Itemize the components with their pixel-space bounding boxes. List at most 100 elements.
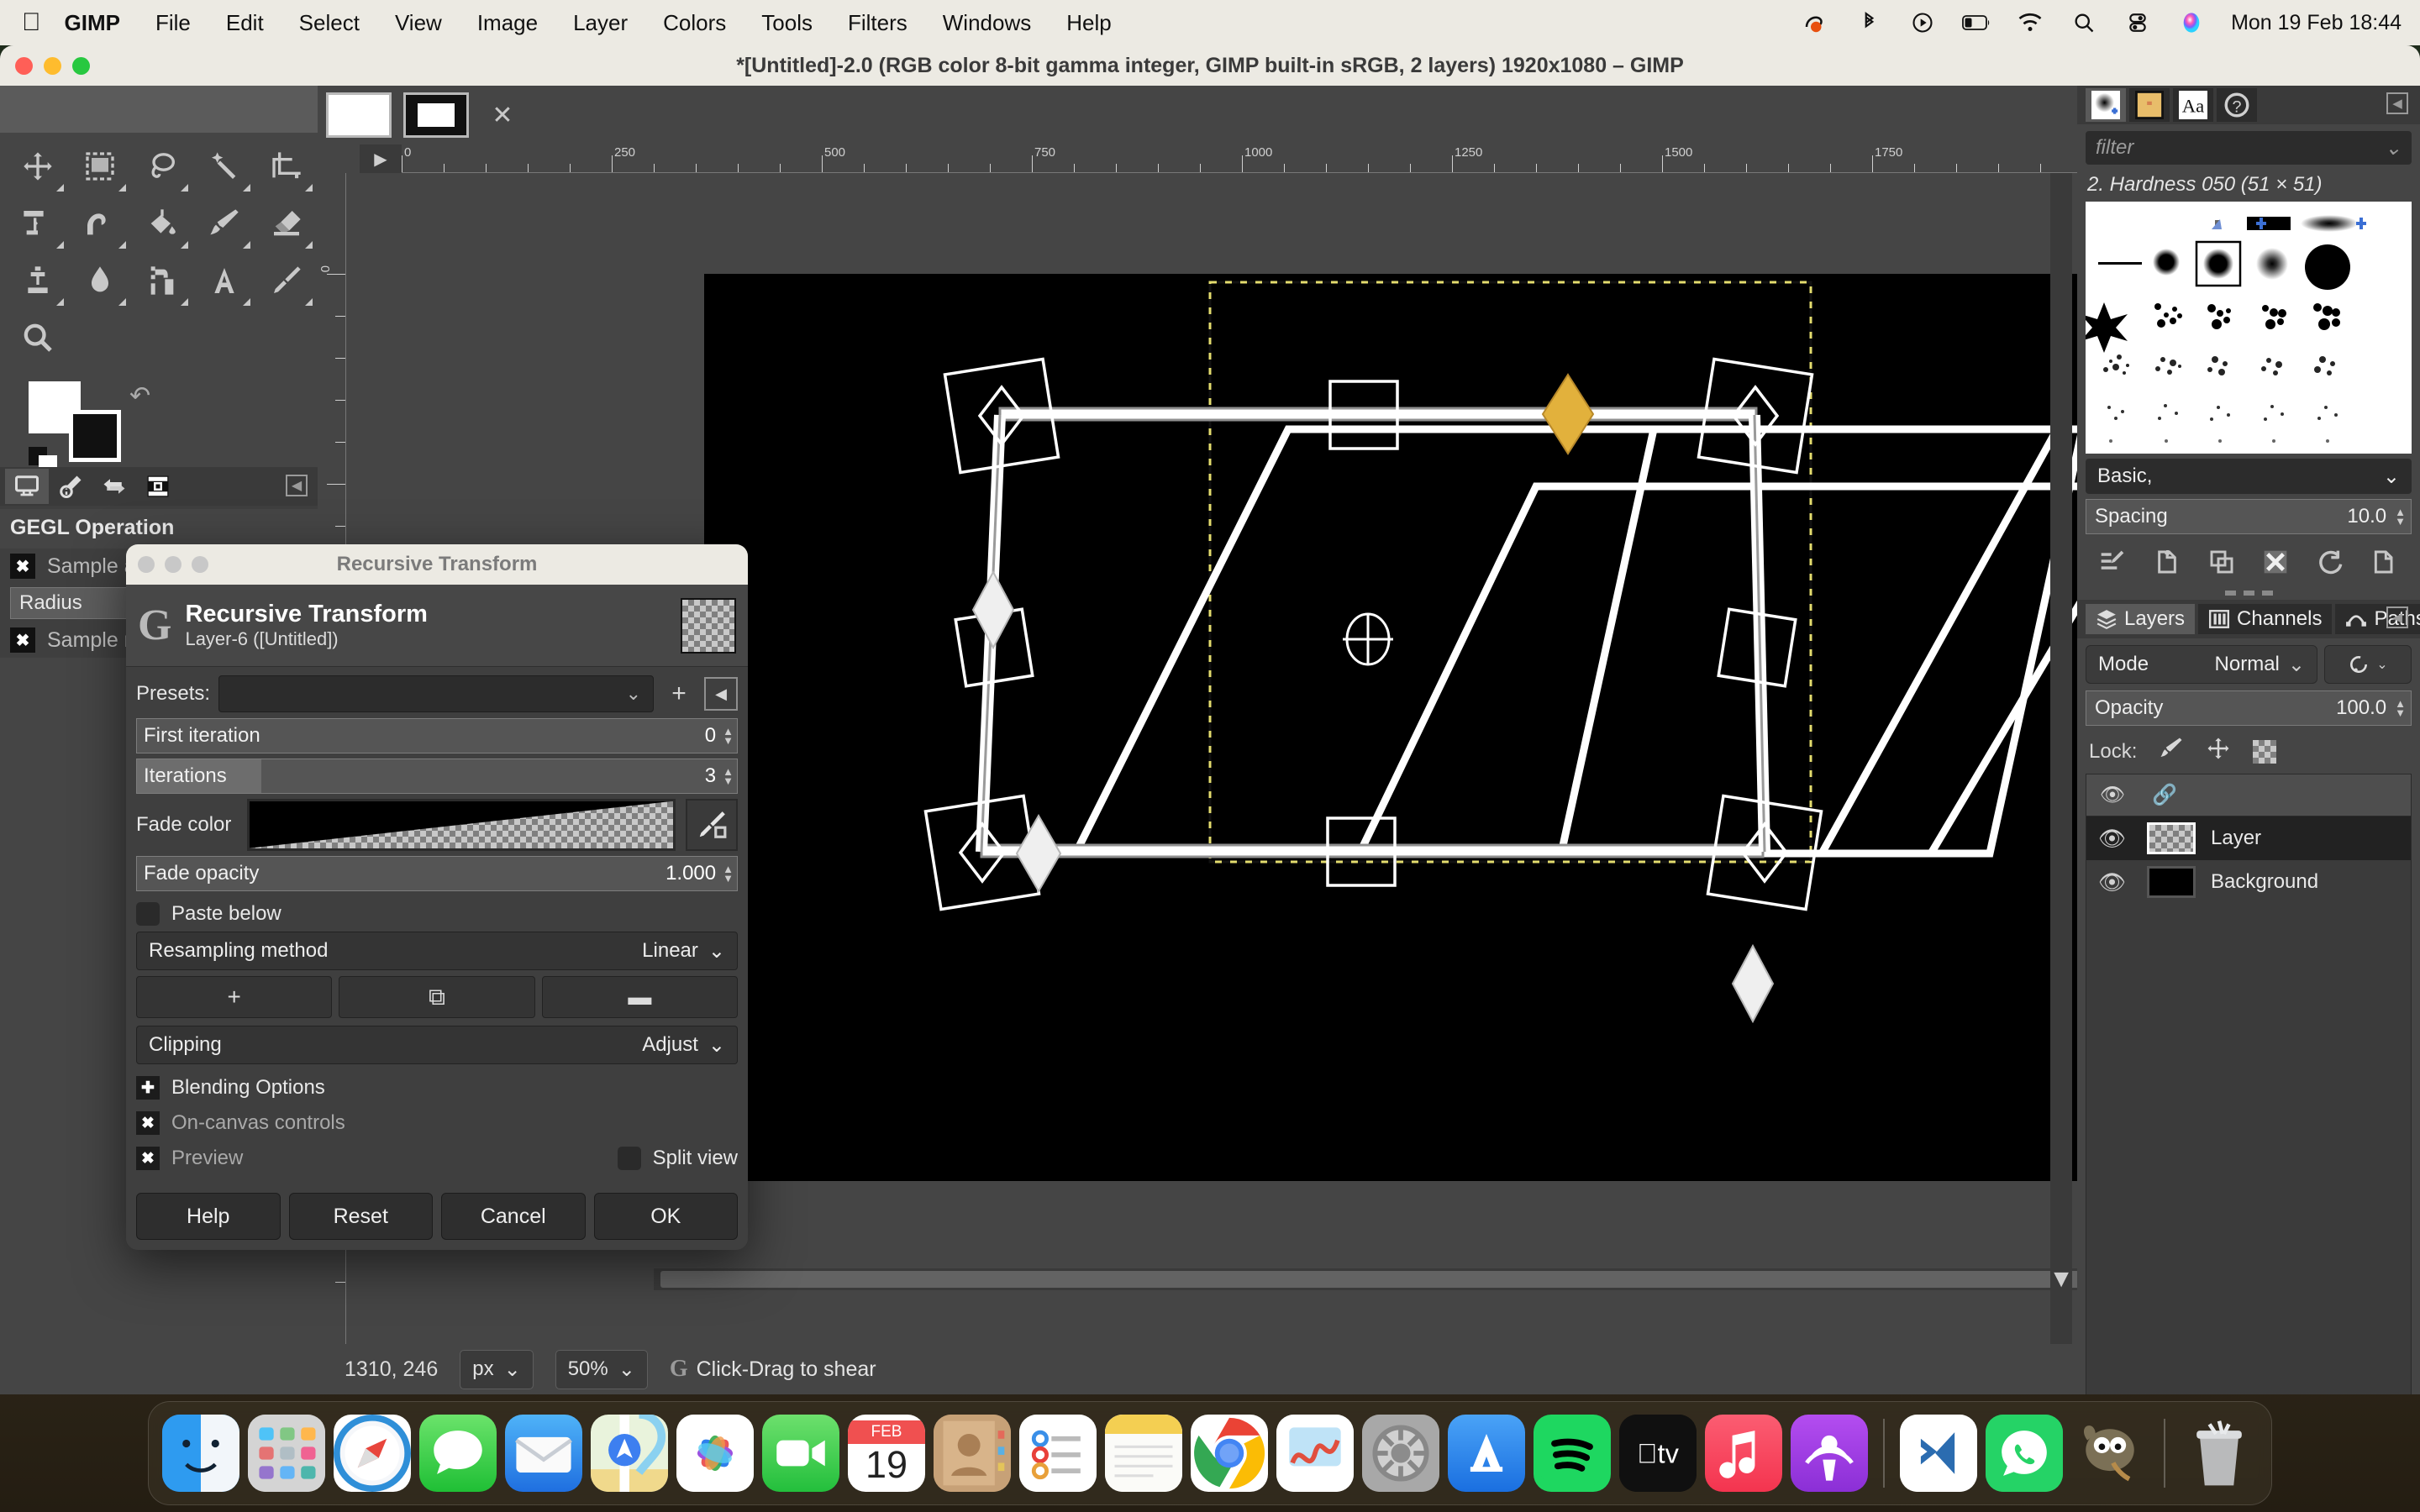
lock-pixels-icon[interactable] <box>2159 736 2184 767</box>
menu-item-filters[interactable]: Filters <box>848 10 908 36</box>
bluetooth-icon[interactable] <box>1854 8 1883 37</box>
undo-history-icon[interactable] <box>92 469 136 504</box>
reset-button[interactable]: Reset <box>288 1193 433 1240</box>
menu-item-image[interactable]: Image <box>477 10 538 36</box>
menu-item-colors[interactable]: Colors <box>663 10 726 36</box>
spinner-icon[interactable]: ▲ ▼ <box>723 864 734 884</box>
bucket-fill-tool[interactable] <box>131 195 193 252</box>
menubar-clock[interactable]: Mon 19 Feb 18:44 <box>2231 11 2402 35</box>
iterations-slider[interactable]: Iterations 3 ▲ ▼ <box>136 759 738 794</box>
dock-app-whatsapp[interactable] <box>1986 1415 2063 1492</box>
dock-app-facetime[interactable] <box>762 1415 839 1492</box>
image-thumbnail[interactable] <box>326 92 392 138</box>
horizontal-scrollbar[interactable] <box>654 1268 2077 1290</box>
document-history-icon[interactable]: ? <box>2217 88 2257 122</box>
dock-app-photos[interactable] <box>676 1415 754 1492</box>
duplicate-brush-icon[interactable] <box>2202 543 2241 581</box>
dock-app-contacts[interactable] <box>934 1415 1011 1492</box>
dock-app-maps[interactable] <box>591 1415 668 1492</box>
window-traffic-lights[interactable] <box>15 45 90 86</box>
brushes-icon[interactable] <box>2086 88 2126 122</box>
cancel-button[interactable]: Cancel <box>441 1193 586 1240</box>
dock-app-gimp[interactable] <box>2071 1415 2149 1492</box>
spinner-icon[interactable]: ▲ ▼ <box>723 766 734 786</box>
spinner-icon[interactable]: ▲ ▼ <box>2395 507 2406 527</box>
menu-item-windows[interactable]: Windows <box>943 10 1031 36</box>
table-row[interactable]: 👁 Background <box>2086 860 2411 904</box>
dock-app-reminders[interactable] <box>1019 1415 1097 1492</box>
menu-item-edit[interactable]: Edit <box>226 10 264 36</box>
refresh-brushes-icon[interactable] <box>2311 543 2349 581</box>
patterns-icon[interactable] <box>2129 88 2170 122</box>
menu-item-layer[interactable]: Layer <box>573 10 628 36</box>
spinner-icon[interactable]: ▲ ▼ <box>2395 698 2406 718</box>
dock-app-app-store[interactable] <box>1448 1415 1525 1492</box>
table-row[interactable]: 👁 Layer <box>2086 816 2411 860</box>
composite-mode-selector[interactable]: ⌄ <box>2324 645 2412 684</box>
dialog-minimize-button[interactable] <box>165 556 182 573</box>
dock-app-apple-tv[interactable]: tv <box>1619 1415 1697 1492</box>
align-tool[interactable] <box>7 195 69 252</box>
device-status-icon[interactable] <box>49 469 92 504</box>
dock-app-safari[interactable] <box>334 1415 411 1492</box>
scroll-down-arrow-icon[interactable]: ▼ <box>2049 1265 2074 1294</box>
lock-alpha-icon[interactable] <box>2253 739 2277 764</box>
first-iteration-slider[interactable]: First iteration 0 ▲ ▼ <box>136 718 738 753</box>
resampling-method-selector[interactable]: Resampling method Linear ⌄ <box>136 932 738 970</box>
scrollbar-thumb[interactable] <box>660 1271 2077 1288</box>
dock-app-chrome[interactable] <box>1191 1415 1268 1492</box>
checkbox-checked-icon[interactable]: ✖ <box>10 627 35 653</box>
menu-item-tools[interactable]: Tools <box>761 10 813 36</box>
split-view-checkbox[interactable] <box>617 1147 641 1170</box>
delete-thumbnail-icon[interactable]: ✕ <box>481 96 524 134</box>
dock-app-calendar[interactable]: FEB 19 <box>848 1415 925 1492</box>
background-color-swatch[interactable] <box>69 410 121 462</box>
brush-grid[interactable] <box>2086 202 2412 454</box>
dock-app-freeform[interactable] <box>1276 1415 1354 1492</box>
horizontal-ruler[interactable]: ▶ 0 250 500 750 1000 1250 1500 1750 <box>360 144 2077 173</box>
color-picker-button[interactable] <box>686 799 738 851</box>
move-tool[interactable] <box>7 138 69 195</box>
fade-color-gradient[interactable] <box>247 799 676 851</box>
menu-item-gimp[interactable]: GIMP <box>65 10 120 36</box>
collapse-panel-icon[interactable]: ◀ <box>286 475 308 496</box>
transform-overlay[interactable] <box>704 274 2077 1181</box>
rectangle-select-tool[interactable] <box>69 138 131 195</box>
warp-transform-tool[interactable] <box>69 195 131 252</box>
dock-app-messages[interactable] <box>419 1415 497 1492</box>
tab-layers[interactable]: Layers <box>2086 604 2196 634</box>
unit-selector[interactable]: px ⌄ <box>460 1349 534 1389</box>
color-picker-tool[interactable] <box>255 252 318 309</box>
dock-app-system-settings[interactable] <box>1362 1415 1439 1492</box>
preset-menu-button[interactable]: ◀ <box>704 677 738 711</box>
clone-tool[interactable] <box>7 252 69 309</box>
layer-opacity-row[interactable]: Opacity 100.0 ▲ ▼ <box>2086 690 2412 726</box>
remove-transform-button[interactable]: ▬ <box>541 976 738 1018</box>
dock-app-mail[interactable] <box>505 1415 582 1492</box>
add-transform-button[interactable]: + <box>136 976 333 1018</box>
preview-row[interactable]: ✖ Preview Split view <box>136 1141 738 1176</box>
fonts-icon[interactable]: Aa <box>2173 88 2213 122</box>
vertical-scrollbar[interactable] <box>2050 173 2072 1344</box>
menu-item-select[interactable]: Select <box>299 10 360 36</box>
close-window-button[interactable] <box>15 56 33 75</box>
on-canvas-controls-row[interactable]: ✖ On-canvas controls <box>136 1105 738 1141</box>
layer-mask-thumbnail[interactable] <box>403 92 469 138</box>
clipping-selector[interactable]: Clipping Adjust ⌄ <box>136 1026 738 1064</box>
dock-app-notes[interactable] <box>1105 1415 1182 1492</box>
expander-plus-icon[interactable]: ✚ <box>136 1076 160 1100</box>
layer-name[interactable]: Layer <box>2211 827 2261 850</box>
fuzzy-select-tool[interactable] <box>193 138 255 195</box>
ink-tool[interactable] <box>131 252 193 309</box>
apple-icon[interactable]:  <box>22 10 41 35</box>
menu-item-view[interactable]: View <box>395 10 442 36</box>
wifi-icon[interactable] <box>2016 8 2044 37</box>
add-preset-button[interactable]: + <box>662 677 696 711</box>
brush-tag-selector[interactable]: Basic, ⌄ <box>2086 459 2412 494</box>
tool-options-icon[interactable] <box>5 469 49 504</box>
dialog-maximize-button[interactable] <box>192 556 208 573</box>
images-icon[interactable] <box>136 469 180 504</box>
screen-record-icon[interactable] <box>1801 8 1829 37</box>
dialog-close-button[interactable] <box>138 556 155 573</box>
edit-brush-icon[interactable] <box>2093 543 2132 581</box>
